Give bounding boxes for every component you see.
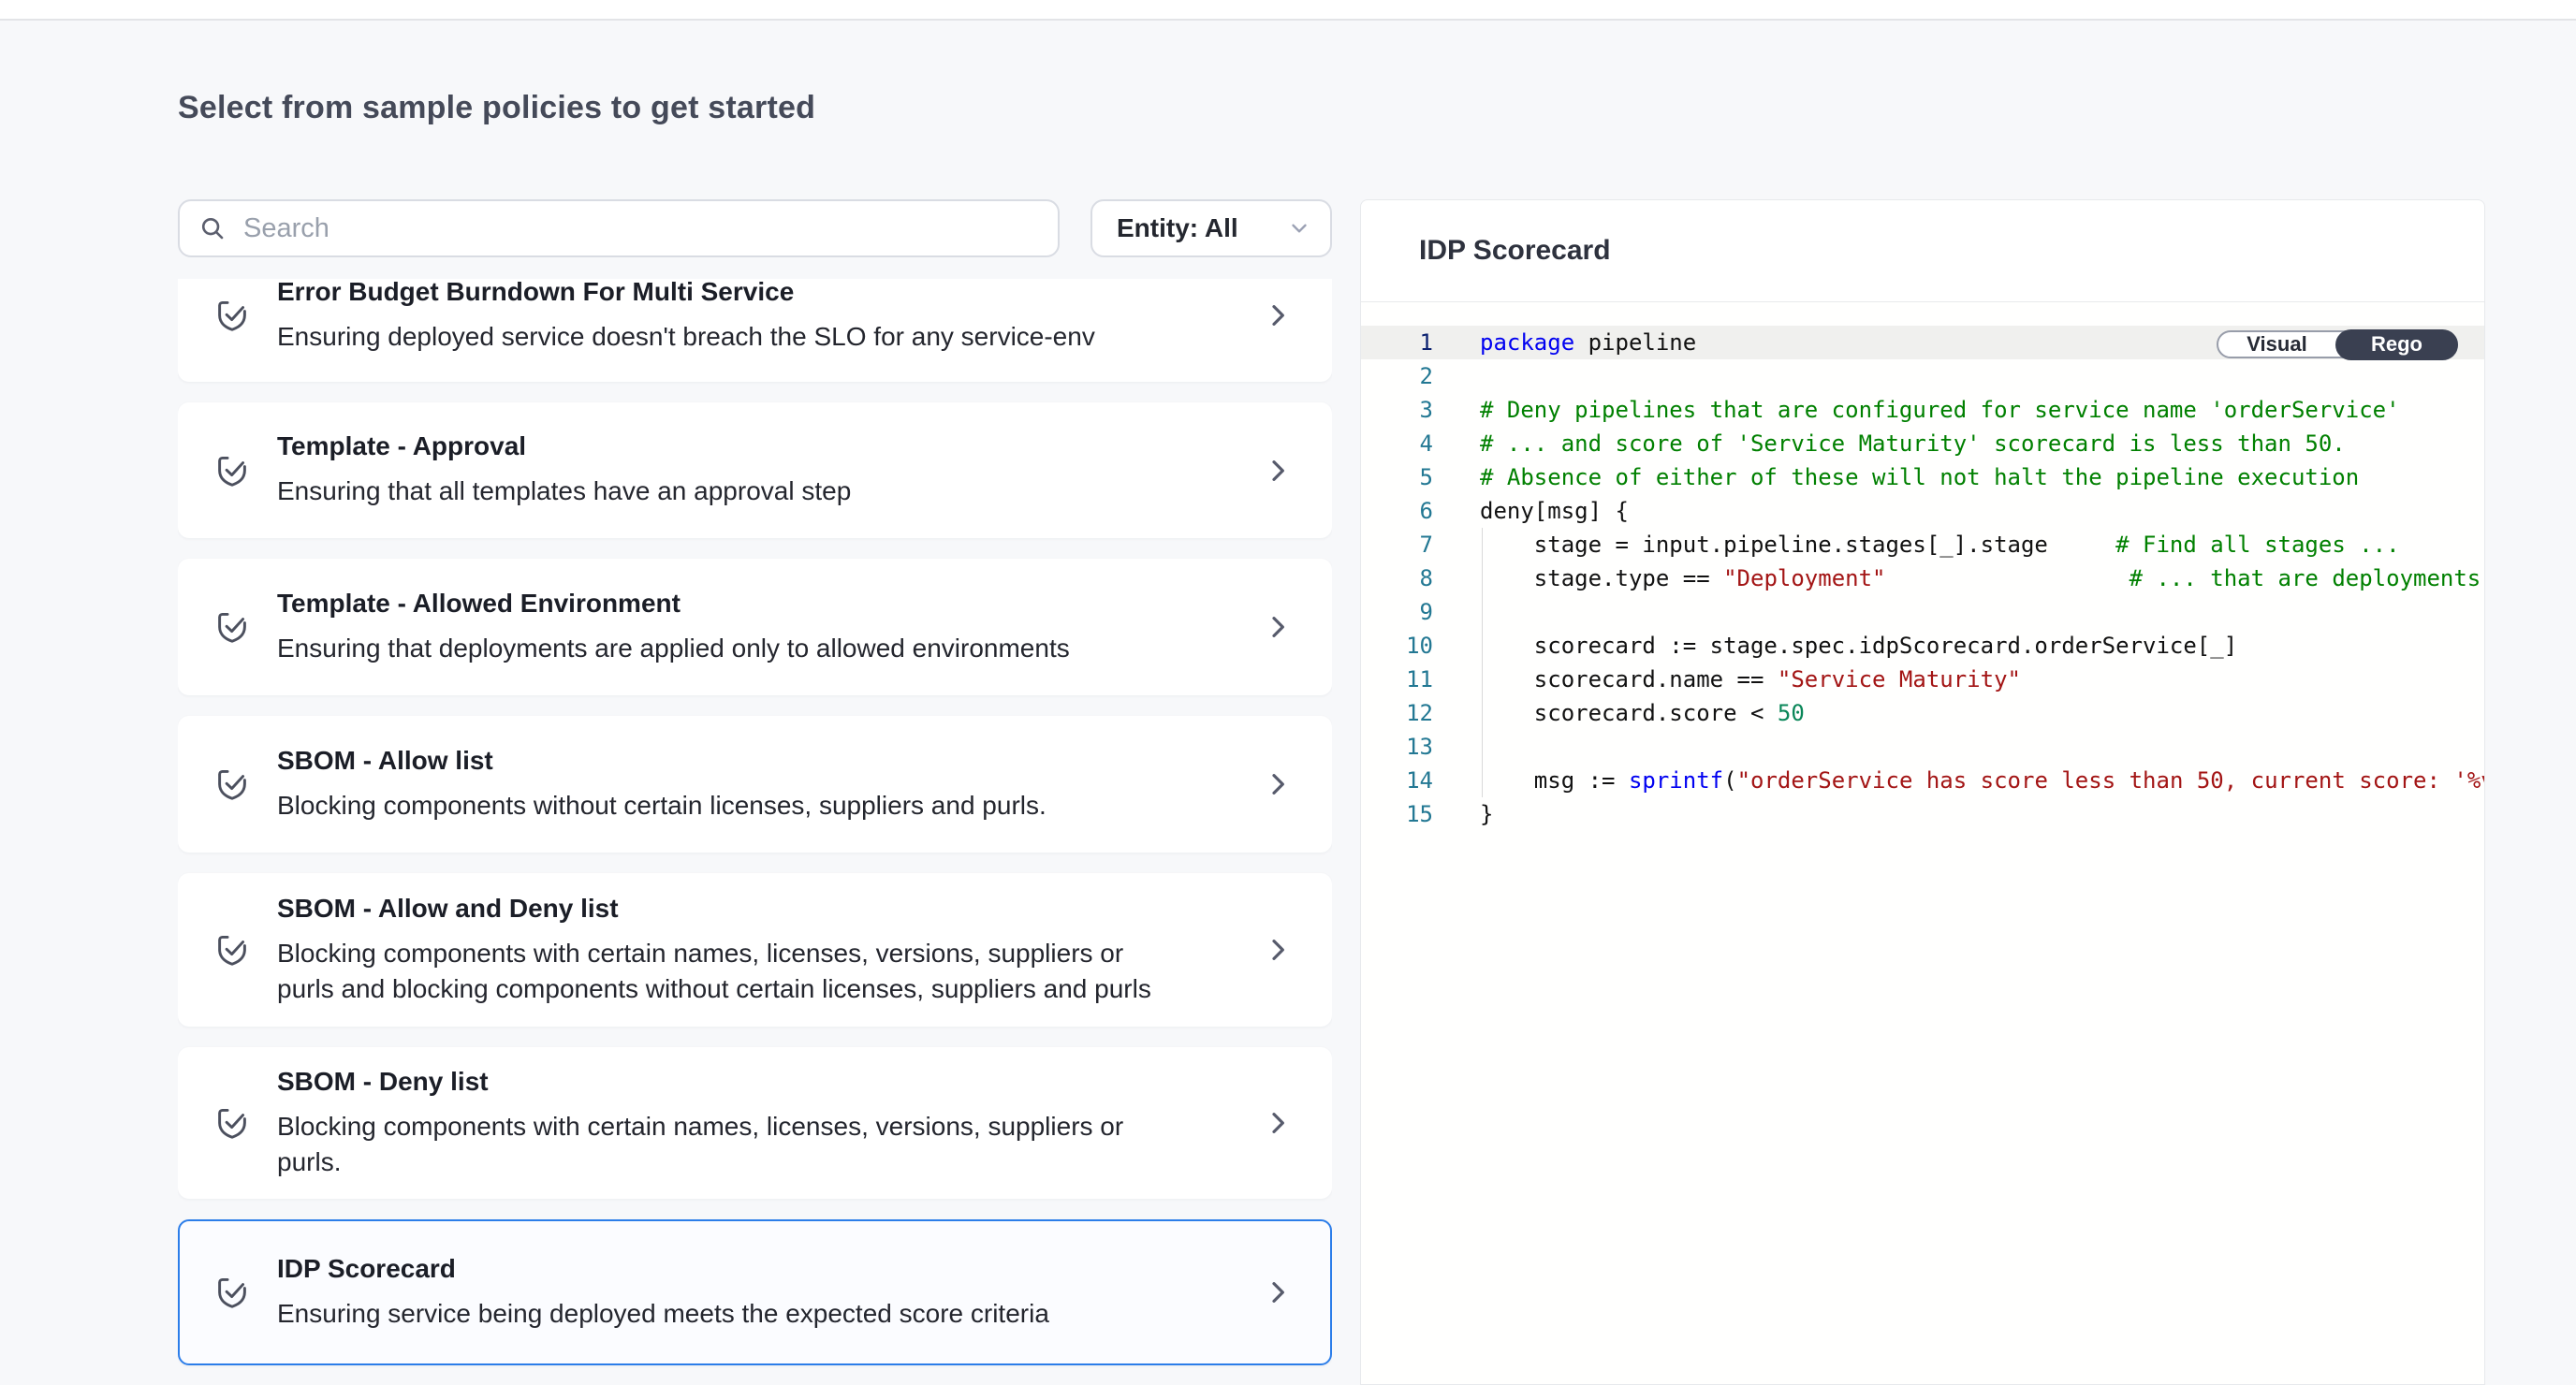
code-line: 6deny[msg] { (1361, 494, 2484, 528)
policy-description: Blocking components without certain lice… (277, 788, 1157, 824)
code-editor[interactable]: 1package pipeline23# Deny pipelines that… (1361, 302, 2484, 1384)
code-line: 2 (1361, 359, 2484, 393)
code-line: 11 scorecard.name == "Service Maturity" (1361, 663, 2484, 696)
page-title: Select from sample policies to get start… (178, 90, 815, 126)
chevron-right-icon (1263, 769, 1293, 799)
policy-title: IDP Scorecard (277, 1254, 1250, 1284)
code-line: 15} (1361, 797, 2484, 831)
policy-description: Ensuring that all templates have an appr… (277, 474, 1157, 509)
policy-shield-icon (212, 1102, 253, 1144)
policy-title: Error Budget Burndown For Multi Service (277, 279, 1250, 307)
policy-shield-icon (212, 295, 253, 336)
line-number: 15 (1361, 797, 1433, 831)
policy-card[interactable]: SBOM - Allow list Blocking components wi… (178, 716, 1332, 853)
policy-title: Template - Allowed Environment (277, 589, 1250, 619)
line-number: 9 (1361, 595, 1433, 629)
policy-card[interactable]: SBOM - Deny list Blocking components wit… (178, 1047, 1332, 1199)
policy-shield-icon (212, 929, 253, 970)
code-line: 9 (1361, 595, 2484, 629)
chevron-right-icon (1263, 1277, 1293, 1307)
chevron-right-icon (1263, 935, 1293, 965)
policy-title: SBOM - Allow and Deny list (277, 894, 1250, 924)
chevron-down-icon (1287, 216, 1311, 241)
policy-card[interactable]: IDP Scorecard Ensuring service being dep… (178, 1219, 1332, 1365)
policy-shield-icon (212, 764, 253, 805)
top-bar (0, 0, 2576, 21)
chevron-right-icon (1263, 612, 1293, 642)
search-box[interactable] (178, 199, 1060, 257)
policy-card[interactable]: Template - Allowed Environment Ensuring … (178, 559, 1332, 695)
code-line: 8 stage.type == "Deployment" # ... that … (1361, 561, 2484, 595)
line-number: 5 (1361, 460, 1433, 494)
policy-card[interactable]: Error Budget Burndown For Multi Service … (178, 279, 1332, 382)
code-line: 12 scorecard.score < 50 (1361, 696, 2484, 730)
panel-header: IDP Scorecard (1361, 200, 2484, 302)
code-line: 3# Deny pipelines that are configured fo… (1361, 393, 2484, 427)
code-line: 5# Absence of either of these will not h… (1361, 460, 2484, 494)
line-number: 14 (1361, 764, 1433, 797)
chevron-right-icon (1263, 456, 1293, 486)
chevron-right-icon (1263, 1108, 1293, 1138)
policy-description: Blocking components with certain names, … (277, 936, 1157, 1007)
policy-card[interactable]: Template - Approval Ensuring that all te… (178, 402, 1332, 538)
policy-shield-icon (212, 1272, 253, 1313)
editor-mode-toggle: Visual Rego (2217, 330, 2458, 358)
chevron-right-icon (1263, 300, 1293, 330)
code-line: 4# ... and score of 'Service Maturity' s… (1361, 427, 2484, 460)
code-line: 7 stage = input.pipeline.stages[_].stage… (1361, 528, 2484, 561)
rego-mode-button[interactable]: Rego (2335, 329, 2458, 360)
line-number: 12 (1361, 696, 1433, 730)
policy-card[interactable]: SBOM - Allow and Deny list Blocking comp… (178, 873, 1332, 1027)
policy-shield-icon (212, 450, 253, 491)
line-number: 7 (1361, 528, 1433, 561)
policy-description: Ensuring deployed service doesn't breach… (277, 319, 1157, 355)
line-number: 4 (1361, 427, 1433, 460)
entity-filter-dropdown[interactable]: Entity: All (1090, 199, 1332, 257)
visual-mode-button[interactable]: Visual (2218, 332, 2335, 357)
policy-description: Ensuring service being deployed meets th… (277, 1296, 1157, 1332)
search-icon (198, 214, 227, 242)
entity-filter-label: Entity: All (1117, 213, 1238, 243)
search-input[interactable] (243, 213, 1039, 244)
code-line: 10 scorecard := stage.spec.idpScorecard.… (1361, 629, 2484, 663)
policy-shield-icon (212, 606, 253, 648)
code-line: 14 msg := sprintf("orderService has scor… (1361, 764, 2484, 797)
policy-title: SBOM - Deny list (277, 1067, 1250, 1097)
policy-list: Error Budget Burndown For Multi Service … (178, 279, 1332, 1385)
code-line: 13 (1361, 730, 2484, 764)
line-number: 13 (1361, 730, 1433, 764)
policy-preview-panel: IDP Scorecard 1package pipeline23# Deny … (1360, 199, 2485, 1385)
policy-description: Blocking components with certain names, … (277, 1109, 1157, 1180)
line-number: 1 (1361, 326, 1433, 359)
line-number: 11 (1361, 663, 1433, 696)
line-number: 6 (1361, 494, 1433, 528)
line-number: 10 (1361, 629, 1433, 663)
policy-description: Ensuring that deployments are applied on… (277, 631, 1157, 666)
panel-title: IDP Scorecard (1419, 235, 1611, 267)
line-number: 2 (1361, 359, 1433, 393)
line-number: 8 (1361, 561, 1433, 595)
policy-title: SBOM - Allow list (277, 746, 1250, 776)
policy-title: Template - Approval (277, 431, 1250, 461)
line-number: 3 (1361, 393, 1433, 427)
